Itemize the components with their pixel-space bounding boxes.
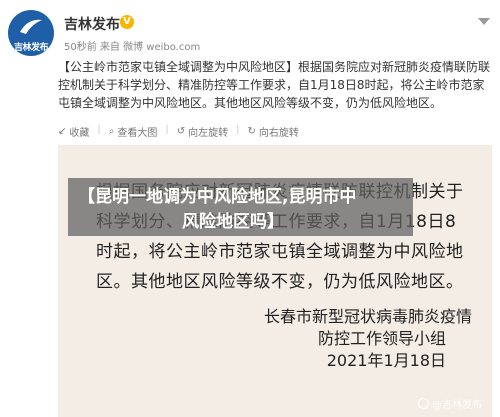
rotate-left-icon: ↺ [176,126,186,137]
divider: | [97,124,101,135]
divider: | [236,124,240,135]
watermark: @吉林发布 [418,396,482,411]
logo-icon [20,19,42,34]
chevron-down-icon[interactable] [478,18,490,25]
author-name[interactable]: 吉林发布 [64,14,120,34]
watermark-text: @吉林发布 [432,400,482,411]
overlay-line-1: 【昆明一地调为中风险地区,昆明市中 [78,187,357,207]
notice-signature-group: 防控工作领导小组 [317,329,446,348]
collect-button[interactable]: ↙ 收藏 [58,124,89,139]
view-large-label: 查看大图 [117,128,158,139]
collect-label: 收藏 [69,128,90,139]
magnifier-icon: ⌕ [108,126,115,137]
notice-signature-org: 长春市新型冠状病毒肺炎疫情 [263,307,472,326]
overlay-line-2: 风险地区吗】 [182,212,284,232]
rotate-left-label: 向左旋转 [188,128,229,139]
notice-date: 2021年1月18日 [326,351,446,370]
avatar[interactable]: 吉林发布 [8,10,54,56]
verified-icon: V [120,15,134,29]
divider: | [165,124,169,135]
weibo-icon [418,398,429,409]
rotate-left-button[interactable]: ↺ 向左旋转 [177,124,228,139]
rotate-right-icon: ↻ [247,126,256,137]
rotate-right-label: 向右旋转 [258,128,299,139]
image-actions: ↙ 收藏 | ⌕ 查看大图 | ↺ 向左旋转 | ↻ 向右旋转 [58,124,299,139]
post-meta: 50秒前 来自 微博 weibo.com [64,42,201,53]
rotate-right-button[interactable]: ↻ 向右旋转 [248,124,299,139]
avatar-text: 吉林发布 [13,43,49,53]
view-large-button[interactable]: ⌕ 查看大图 [109,124,158,139]
weibo-post: 吉林发布 吉林发布 V 50秒前 来自 微博 weibo.com 【公主岭市范家… [0,0,500,417]
post-text: 【公主岭市范家屯镇全域调整为中风险地区】根据国务院应对新冠肺炎疫情联防联控机制关… [58,60,491,110]
collect-icon: ↙ [58,126,67,137]
